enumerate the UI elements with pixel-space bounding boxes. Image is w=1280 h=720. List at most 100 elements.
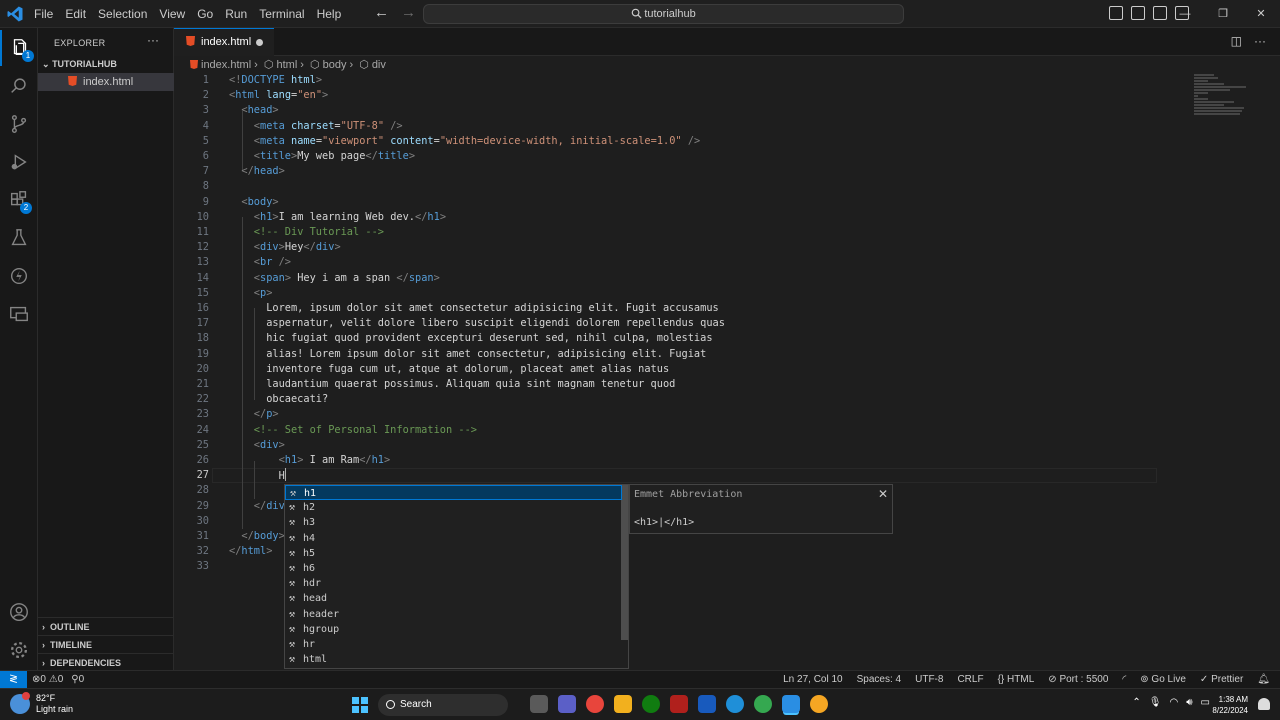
suggestion-item[interactable]: ⚒ head <box>285 591 622 606</box>
app-icon[interactable] <box>670 695 688 713</box>
cursor-position[interactable]: Ln 27, Col 10 <box>783 671 843 688</box>
search-icon <box>632 8 642 19</box>
more-actions-icon[interactable]: ··· <box>1254 34 1266 48</box>
suggestion-item[interactable]: ⚒ h1 <box>285 485 622 501</box>
wifi-icon[interactable]: ◠ <box>1170 697 1179 708</box>
outline-section[interactable]: › OUTLINE <box>38 617 174 635</box>
suggestion-label: hr <box>303 639 316 650</box>
chrome-canary-icon[interactable] <box>810 695 828 713</box>
menu-selection[interactable]: Selection <box>92 0 153 28</box>
microphone-icon[interactable]: 🎙︎ <box>1149 697 1162 708</box>
menu-help[interactable]: Help <box>311 0 348 28</box>
toggle-secondary-sidebar-icon[interactable] <box>1153 6 1167 20</box>
title-bar: File Edit Selection View Go Run Terminal… <box>0 0 1280 28</box>
chevron-up-icon[interactable]: ⌃ <box>1132 697 1140 708</box>
volume-icon[interactable]: 🔊︎ <box>1186 697 1192 708</box>
live-share-activity[interactable] <box>0 258 38 294</box>
suggestion-item[interactable]: ⚒ h4 <box>285 531 622 546</box>
suggestion-item[interactable]: ⚒ hr <box>285 637 622 652</box>
unsaved-dot-icon[interactable] <box>256 39 263 46</box>
suggestion-item[interactable]: ⚒ h3 <box>285 515 622 530</box>
go-live-button[interactable]: ⊚ Go Live <box>1140 671 1186 688</box>
suggest-scrollbar[interactable] <box>621 485 628 640</box>
ports-status[interactable]: ⚲0 <box>71 671 84 688</box>
manage-activity[interactable] <box>0 632 38 668</box>
explorer-activity[interactable]: 1 <box>0 30 38 66</box>
testing-activity[interactable] <box>0 220 38 256</box>
live-server-port[interactable]: ⊘ Port : 5500 <box>1048 671 1108 688</box>
chrome-profile-icon[interactable] <box>754 695 772 713</box>
indentation[interactable]: Spaces: 4 <box>857 671 901 688</box>
forward-arrow-icon[interactable]: → <box>401 4 416 21</box>
menu-run[interactable]: Run <box>219 0 253 28</box>
menu-view[interactable]: View <box>153 0 191 28</box>
taskbar-search[interactable]: Search <box>378 694 508 716</box>
run-debug-activity[interactable] <box>0 144 38 180</box>
word-icon[interactable] <box>698 695 716 713</box>
encoding[interactable]: UTF-8 <box>915 671 943 688</box>
source-control-activity[interactable] <box>0 106 38 142</box>
wrench-icon: ⚒ <box>289 563 296 574</box>
folder-tutorialhub[interactable]: ⌄ TUTORIALHUB <box>38 56 174 72</box>
wrench-icon: ⚒ <box>289 593 296 605</box>
breadcrumb-html[interactable]: html <box>276 59 297 71</box>
breadcrumb-body[interactable]: body <box>323 59 347 71</box>
breadcrumb-div[interactable]: div <box>372 59 386 71</box>
toggle-panel-icon[interactable] <box>1131 6 1145 20</box>
chevron-down-icon: ⌄ <box>42 59 50 69</box>
suggestion-item[interactable]: ⚒ html <box>285 652 622 667</box>
vertical-scrollbar[interactable] <box>1266 73 1274 670</box>
clock[interactable]: 1:38 AM 8/22/2024 <box>1212 694 1248 716</box>
menu-terminal[interactable]: Terminal <box>253 0 310 28</box>
edge-icon[interactable] <box>726 695 744 713</box>
search-icon <box>11 78 26 93</box>
file-index-html[interactable]: index.html <box>38 73 174 91</box>
breadcrumb-file[interactable]: index.html <box>201 59 251 71</box>
restore-icon[interactable]: ❐ <box>1204 0 1242 28</box>
suggestion-item[interactable]: ⚒ h2 <box>285 500 622 515</box>
dependencies-section[interactable]: › DEPENDENCIES <box>38 653 174 671</box>
close-window-icon[interactable]: ✕ <box>1242 0 1280 28</box>
minimap[interactable] <box>1194 73 1258 123</box>
prettier-status[interactable]: ✓ Prettier <box>1200 671 1243 688</box>
remote-indicator-icon[interactable]: ≷ <box>0 671 27 689</box>
file-explorer-icon[interactable] <box>614 695 632 713</box>
line-ending[interactable]: CRLF <box>957 671 983 688</box>
line-number: 29 <box>196 499 209 512</box>
line-number: 26 <box>196 454 209 466</box>
close-icon[interactable]: ✕ <box>878 487 888 501</box>
accounts-activity[interactable] <box>0 594 38 630</box>
remote-explorer-activity[interactable] <box>0 296 38 332</box>
notifications-bell-icon[interactable]: 🔔︎ <box>1257 671 1270 688</box>
menu-go[interactable]: Go <box>191 0 219 28</box>
xbox-icon[interactable] <box>642 695 660 713</box>
suggestion-item[interactable]: ⚒ hgroup <box>285 622 622 637</box>
suggestion-item[interactable]: ⚒ header <box>285 607 622 622</box>
suggestion-item[interactable]: ⚒ h6 <box>285 561 622 576</box>
suggestion-item[interactable]: ⚒ h5 <box>285 546 622 561</box>
notification-center-icon[interactable] <box>1258 698 1270 710</box>
more-actions-icon[interactable]: ··· <box>147 33 159 47</box>
command-center-search[interactable]: tutorialhub <box>423 4 904 24</box>
chrome-icon[interactable] <box>586 695 604 713</box>
windows-start-icon[interactable] <box>352 697 368 713</box>
editor-actions: ◫ ··· <box>1219 34 1266 48</box>
tab-index-html[interactable]: index.html <box>174 28 274 56</box>
suggestion-item[interactable]: ⚒ hdr <box>285 576 622 591</box>
task-view-icon[interactable] <box>530 695 548 713</box>
menu-file[interactable]: File <box>28 0 59 28</box>
menu-edit[interactable]: Edit <box>59 0 92 28</box>
timeline-section[interactable]: › TIMELINE <box>38 635 174 653</box>
problems-status[interactable]: ⊗0 ⚠0 <box>32 671 63 688</box>
language-mode[interactable]: {} HTML <box>998 671 1035 688</box>
toggle-sidebar-icon[interactable] <box>1109 6 1123 20</box>
split-editor-icon[interactable]: ◫ <box>1231 34 1242 48</box>
back-arrow-icon[interactable]: ← <box>374 4 389 21</box>
teams-icon[interactable] <box>558 695 576 713</box>
search-activity[interactable] <box>0 68 38 104</box>
extensions-activity[interactable]: 2 <box>0 182 38 218</box>
battery-icon[interactable]: ▭ <box>1201 697 1210 708</box>
weather-widget[interactable]: 82°F Light rain <box>10 692 73 715</box>
minimize-icon[interactable]: — <box>1166 0 1204 28</box>
vscode-taskbar-icon[interactable] <box>782 695 800 713</box>
